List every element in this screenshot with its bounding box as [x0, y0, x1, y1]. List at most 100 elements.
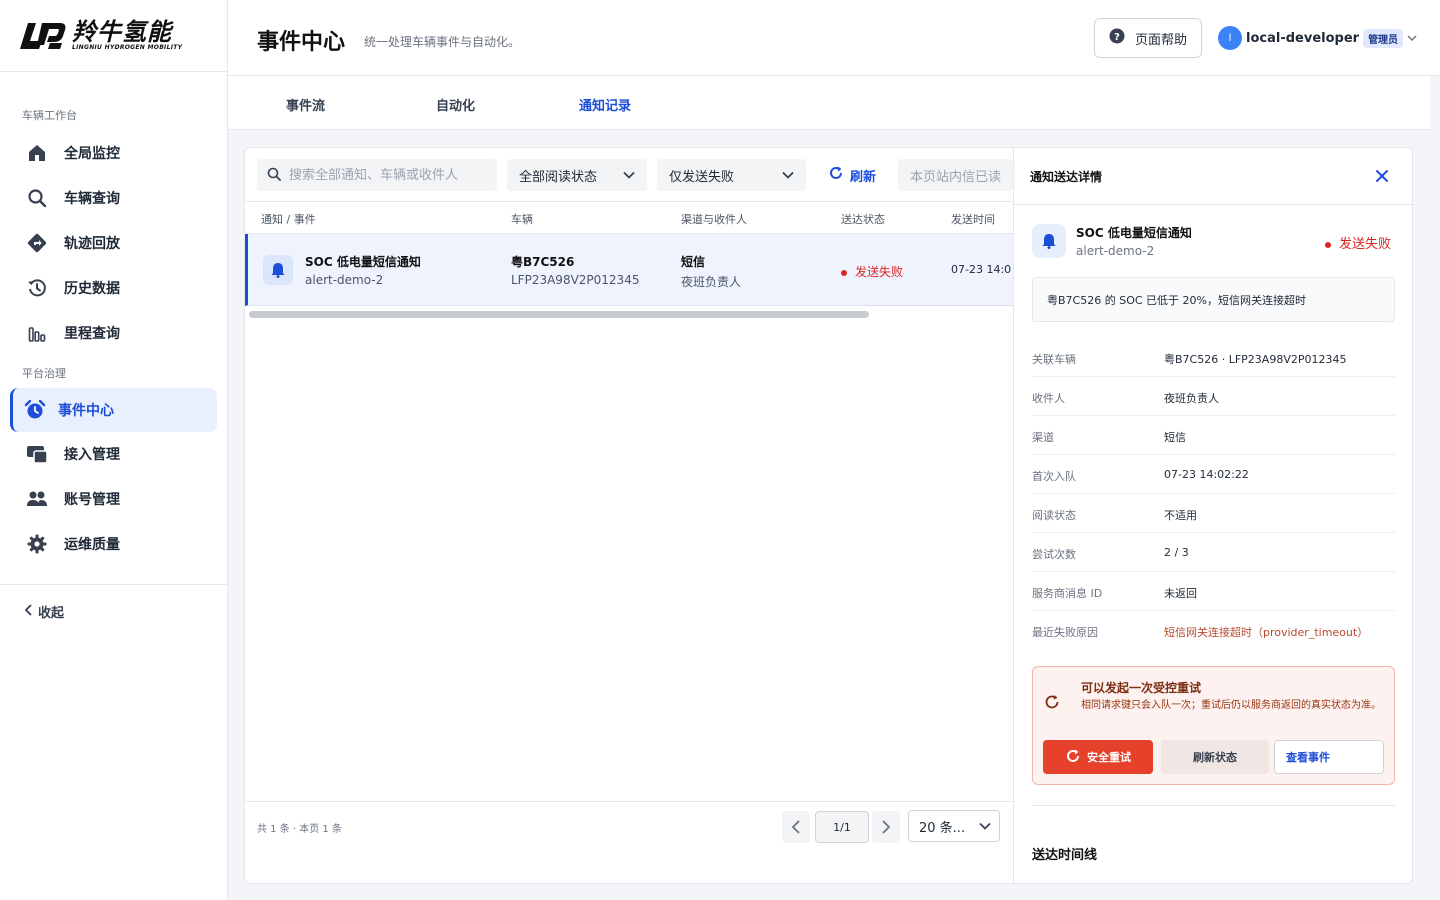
- sidebar-item-label: 运维质量: [64, 537, 120, 553]
- detail-field: 服务商消息 ID 未返回: [1032, 572, 1395, 611]
- detail-message: 粤B7C526 的 SOC 已低于 20%，短信网关连接超时: [1032, 277, 1395, 322]
- chevron-left-icon: [791, 820, 800, 834]
- retry-icon: [1043, 693, 1061, 715]
- help-icon: ?: [1109, 28, 1125, 48]
- chevron-right-icon: [882, 820, 891, 834]
- gear-icon: [26, 533, 48, 555]
- row-event-id: alert-demo-2: [305, 273, 384, 287]
- detail-field: 收件人 夜班负责人: [1032, 377, 1395, 416]
- page-indicator[interactable]: 1/1: [815, 811, 869, 843]
- view-event-button[interactable]: 查看事件: [1274, 740, 1384, 774]
- sidebar-item-vehicle-query[interactable]: 车辆查询: [10, 176, 217, 220]
- bar-chart-icon: [26, 322, 48, 344]
- role-badge: 管理员: [1363, 28, 1404, 48]
- detail-field: 关联车辆 粤B7C526 · LFP23A98V2P012345: [1032, 338, 1395, 377]
- field-value: 不适用: [1164, 509, 1197, 522]
- pagination-summary: 共 1 条 · 本页 1 条: [257, 824, 342, 835]
- column-header[interactable]: 送达状态: [841, 211, 885, 227]
- home-icon: [26, 142, 48, 164]
- row-channel: 短信: [681, 255, 706, 269]
- detail-status: 发送失败: [1325, 233, 1391, 252]
- detail-field: 最近失败原因 短信网关连接超时（provider_timeout）: [1032, 611, 1395, 650]
- page-size-select[interactable]: 20 条...: [908, 810, 1000, 842]
- sidebar-item-label: 历史数据: [64, 281, 120, 297]
- detail-title: 通知送达详情: [1030, 170, 1103, 184]
- search-box[interactable]: [257, 159, 497, 191]
- brand-logo[interactable]: 羚牛氢能 LINGNIU HYDROGEN MOBILITY: [0, 0, 227, 72]
- prev-page-button[interactable]: [782, 811, 810, 843]
- chevron-down-icon: [782, 168, 794, 183]
- nav-section-governance: 平台治理: [22, 367, 66, 380]
- detail-field: 首次入队 07-23 14:02:22: [1032, 455, 1395, 494]
- sidebar-item-history-data[interactable]: 历史数据: [10, 266, 217, 310]
- close-icon[interactable]: [1372, 166, 1392, 186]
- row-plate: 粤B7C526: [511, 255, 575, 269]
- tab-automation[interactable]: 自动化: [436, 95, 475, 114]
- sidebar-item-access-management[interactable]: 接入管理: [10, 432, 217, 476]
- collapse-sidebar-button[interactable]: 收起: [24, 602, 64, 621]
- history-icon: [26, 277, 48, 299]
- users-icon: [26, 488, 48, 510]
- sidebar-item-label: 车辆查询: [64, 191, 120, 207]
- field-key: 收件人: [1032, 392, 1065, 405]
- page-help-button[interactable]: ? 页面帮助: [1094, 18, 1202, 58]
- logo-mark: 羚牛氢能 LINGNIU HYDROGEN MOBILITY: [20, 20, 182, 51]
- table-row[interactable]: SOC 低电量短信通知 alert-demo-2 粤B7C526 LFP23A9…: [245, 234, 1013, 306]
- search-input[interactable]: [289, 167, 489, 183]
- refresh-button[interactable]: 刷新: [816, 159, 888, 191]
- field-value: 07-23 14:02:22: [1164, 468, 1249, 481]
- search-icon: [26, 187, 48, 209]
- sidebar-item-global-monitor[interactable]: 全局监控: [10, 131, 217, 175]
- sidebar-item-label: 接入管理: [64, 447, 120, 463]
- column-header[interactable]: 通知 / 事件: [261, 211, 316, 227]
- send-state-select[interactable]: 仅发送失败: [657, 159, 806, 191]
- column-header[interactable]: 渠道与收件人: [681, 211, 747, 227]
- row-status: 发送失败: [841, 263, 903, 280]
- tab-event-stream[interactable]: 事件流: [286, 95, 325, 114]
- collapse-label: 收起: [38, 606, 65, 621]
- next-page-button[interactable]: [872, 811, 900, 843]
- sidebar-item-label: 账号管理: [64, 492, 120, 508]
- sidebar-item-event-center[interactable]: 事件中心: [10, 388, 217, 432]
- retry-description: 相同请求键只会入队一次；重试后仍以服务商返回的真实状态为准。: [1081, 700, 1381, 711]
- read-state-select[interactable]: 全部阅读状态: [507, 159, 647, 191]
- read-state-value: 全部阅读状态: [519, 169, 598, 185]
- sidebar-item-track-replay[interactable]: 轨迹回放: [10, 221, 217, 265]
- field-value: 2 / 3: [1164, 546, 1189, 559]
- detail-field: 尝试次数 2 / 3: [1032, 533, 1395, 572]
- column-header[interactable]: 车辆: [511, 211, 533, 227]
- field-key: 渠道: [1032, 431, 1054, 444]
- detail-status-label: 发送失败: [1339, 237, 1392, 252]
- status-dot: [841, 269, 847, 276]
- sidebar: 羚牛氢能 LINGNIU HYDROGEN MOBILITY 车辆工作台 全局监…: [0, 0, 228, 900]
- column-header[interactable]: 发送时间: [951, 211, 995, 227]
- page-size-value: 20 条...: [919, 820, 966, 836]
- sidebar-item-ops-quality[interactable]: 运维质量: [10, 522, 217, 566]
- tab-notification-records[interactable]: 通知记录: [579, 95, 631, 114]
- route-icon: [26, 232, 48, 254]
- brand-name-en: LINGNIU HYDROGEN MOBILITY: [72, 44, 183, 51]
- field-value: 夜班负责人: [1164, 392, 1219, 405]
- mark-page-read-button[interactable]: 本页站内信已读: [898, 159, 1013, 191]
- refresh-icon: [828, 165, 844, 185]
- bell-icon: [1032, 224, 1066, 258]
- refresh-status-button[interactable]: 刷新状态: [1161, 740, 1269, 774]
- refresh-label: 刷新: [850, 169, 877, 185]
- field-value: 未返回: [1164, 587, 1197, 600]
- user-menu[interactable]: l local-developer 管理员: [1218, 26, 1417, 50]
- chevron-down-icon: [1407, 31, 1417, 46]
- send-state-value: 仅发送失败: [669, 169, 735, 185]
- search-icon: [267, 166, 281, 185]
- sidebar-item-label: 里程查询: [64, 326, 120, 342]
- field-value: 短信: [1164, 431, 1186, 444]
- page-title: 事件中心: [257, 30, 346, 55]
- chevron-left-icon: [24, 603, 34, 620]
- avatar: l: [1218, 26, 1242, 50]
- sidebar-item-mileage-query[interactable]: 里程查询: [10, 311, 217, 355]
- detail-field: 渠道 短信: [1032, 416, 1395, 455]
- row-sent-time: 07-23 14:0: [951, 263, 1012, 276]
- notification-list: 全部阅读状态 仅发送失败 刷新 本页站内信已读 通知 / 事件 车辆 渠道与收件…: [245, 148, 1013, 883]
- safe-retry-button[interactable]: 安全重试: [1043, 740, 1153, 774]
- sidebar-item-account-management[interactable]: 账号管理: [10, 477, 217, 521]
- horizontal-scrollbar[interactable]: [249, 311, 869, 318]
